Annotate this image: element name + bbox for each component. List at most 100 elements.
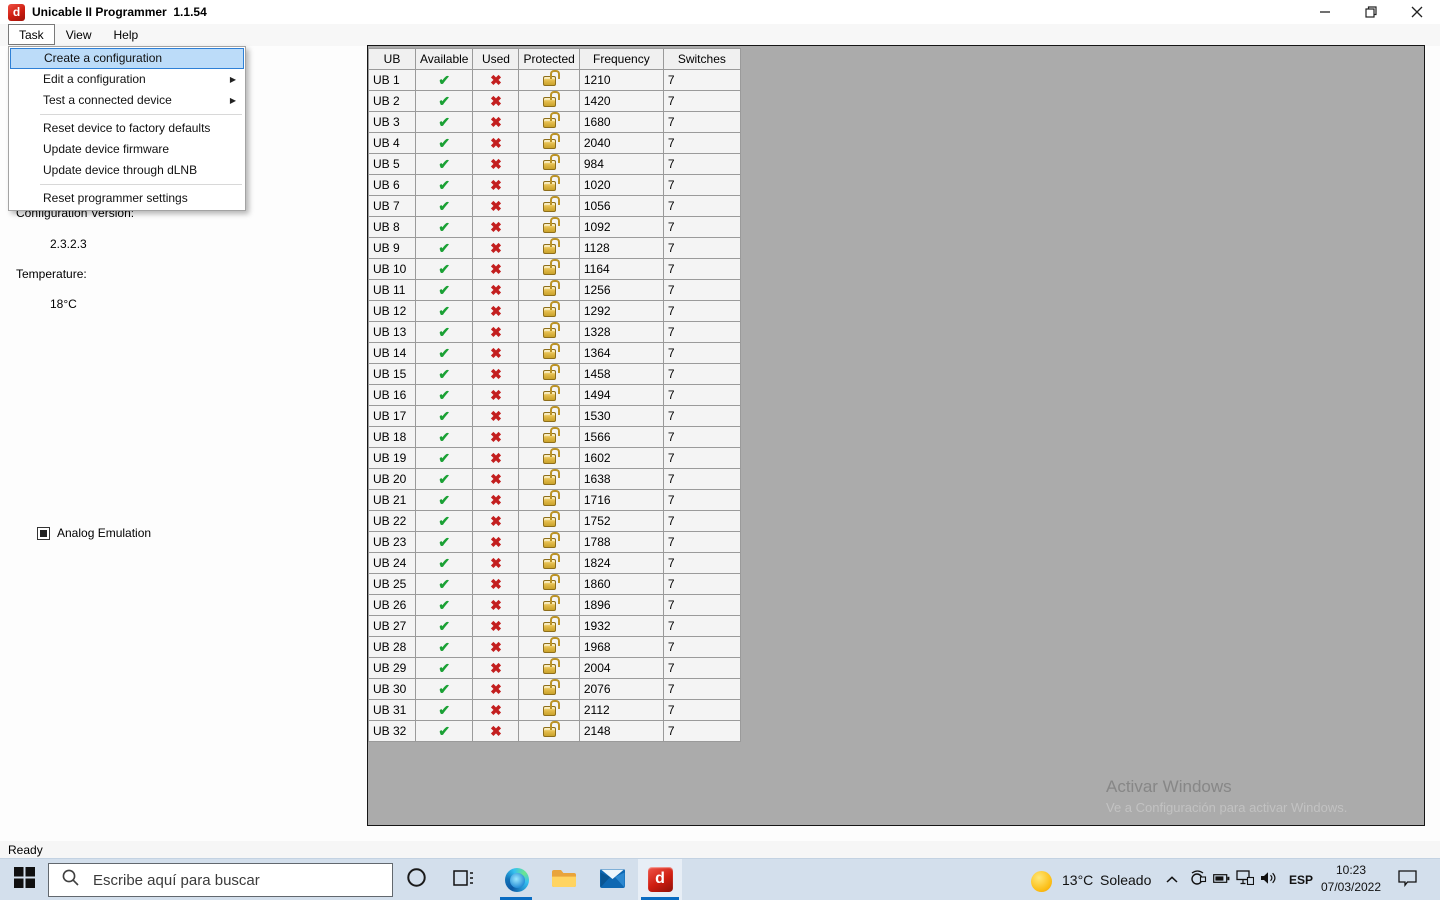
tray-expand-button[interactable]: [1162, 870, 1182, 890]
temperature-label: Temperature:: [16, 267, 87, 281]
table-row[interactable]: UB 21✔✖17167: [369, 490, 741, 511]
table-row[interactable]: UB 16✔✖14947: [369, 385, 741, 406]
unicable-app-taskbar-button[interactable]: d: [638, 859, 682, 900]
cortana-button[interactable]: [402, 867, 430, 893]
table-row[interactable]: UB 2✔✖14207: [369, 91, 741, 112]
table-row[interactable]: UB 12✔✖12927: [369, 301, 741, 322]
table-row[interactable]: UB 17✔✖15307: [369, 406, 741, 427]
tray-meet-now-button[interactable]: [1186, 870, 1208, 890]
tray-network-button[interactable]: [1234, 870, 1256, 890]
table-row[interactable]: UB 9✔✖11287: [369, 238, 741, 259]
available-cell: ✔: [416, 238, 473, 259]
table-row[interactable]: UB 18✔✖15667: [369, 427, 741, 448]
table-row[interactable]: UB 15✔✖14587: [369, 364, 741, 385]
language-indicator[interactable]: ESP: [1289, 873, 1313, 887]
tray-battery-button[interactable]: [1210, 870, 1232, 890]
protected-cell: [519, 553, 579, 574]
menubar-item-help[interactable]: Help: [102, 24, 149, 45]
taskbar-clock[interactable]: 10:23 07/03/2022: [1314, 862, 1388, 896]
protected-cell: [519, 616, 579, 637]
green-check-icon: ✔: [438, 387, 450, 403]
green-check-icon: ✔: [438, 408, 450, 424]
table-row[interactable]: UB 8✔✖10927: [369, 217, 741, 238]
open-padlock-icon: [543, 118, 556, 128]
table-row[interactable]: UB 20✔✖16387: [369, 469, 741, 490]
column-header-used[interactable]: Used: [473, 49, 519, 70]
red-cross-icon: ✖: [490, 429, 502, 445]
available-cell: ✔: [416, 700, 473, 721]
menubar-item-view[interactable]: View: [55, 24, 103, 45]
table-row[interactable]: UB 7✔✖10567: [369, 196, 741, 217]
table-row[interactable]: UB 28✔✖19687: [369, 637, 741, 658]
task-menu-item[interactable]: Create a configuration: [10, 48, 244, 69]
table-row[interactable]: UB 5✔✖9847: [369, 154, 741, 175]
task-menu-item[interactable]: Update device firmware: [10, 139, 244, 160]
column-header-available[interactable]: Available: [416, 49, 473, 70]
submenu-arrow-icon: ▶: [230, 69, 236, 90]
task-menu-item[interactable]: Update device through dLNB: [10, 160, 244, 181]
green-check-icon: ✔: [438, 282, 450, 298]
mail-app-button[interactable]: [598, 868, 626, 894]
table-row[interactable]: UB 32✔✖21487: [369, 721, 741, 742]
used-cell: ✖: [473, 469, 519, 490]
frequency-cell: 1602: [579, 448, 663, 469]
table-row[interactable]: UB 14✔✖13647: [369, 343, 741, 364]
table-row[interactable]: UB 1✔✖12107: [369, 70, 741, 91]
table-row[interactable]: UB 13✔✖13287: [369, 322, 741, 343]
analog-emulation-checkbox[interactable]: [37, 527, 50, 540]
switches-cell: 7: [663, 70, 740, 91]
column-header-protected[interactable]: Protected: [519, 49, 579, 70]
clock-date: 07/03/2022: [1314, 879, 1388, 896]
switches-cell: 7: [663, 280, 740, 301]
table-row[interactable]: UB 22✔✖17527: [369, 511, 741, 532]
table-row[interactable]: UB 4✔✖20407: [369, 133, 741, 154]
table-row[interactable]: UB 11✔✖12567: [369, 280, 741, 301]
task-menu-item[interactable]: Reset device to factory defaults: [10, 118, 244, 139]
ub-table[interactable]: UBAvailableUsedProtectedFrequencySwitche…: [368, 48, 741, 742]
table-row[interactable]: UB 10✔✖11647: [369, 259, 741, 280]
protected-cell: [519, 280, 579, 301]
used-cell: ✖: [473, 574, 519, 595]
ub-cell: UB 29: [369, 658, 416, 679]
menubar-item-task[interactable]: Task: [8, 24, 55, 45]
table-row[interactable]: UB 26✔✖18967: [369, 595, 741, 616]
column-header-frequency[interactable]: Frequency: [579, 49, 663, 70]
tray-volume-button[interactable]: [1257, 870, 1279, 890]
action-center-button[interactable]: [1394, 870, 1420, 890]
column-header-ub[interactable]: UB: [369, 49, 416, 70]
used-cell: ✖: [473, 154, 519, 175]
table-row[interactable]: UB 31✔✖21127: [369, 700, 741, 721]
red-cross-icon: ✖: [490, 198, 502, 214]
task-menu-item[interactable]: Test a connected device▶: [10, 90, 244, 111]
file-explorer-button[interactable]: [550, 868, 578, 894]
start-button[interactable]: [8, 865, 40, 895]
column-header-switches[interactable]: Switches: [663, 49, 740, 70]
weather-description[interactable]: Soleado: [1100, 872, 1151, 888]
used-cell: ✖: [473, 490, 519, 511]
green-check-icon: ✔: [438, 429, 450, 445]
red-cross-icon: ✖: [490, 324, 502, 340]
table-row[interactable]: UB 6✔✖10207: [369, 175, 741, 196]
available-cell: ✔: [416, 385, 473, 406]
table-row[interactable]: UB 29✔✖20047: [369, 658, 741, 679]
available-cell: ✔: [416, 154, 473, 175]
table-row[interactable]: UB 27✔✖19327: [369, 616, 741, 637]
window-title: Unicable II Programmer 1.1.54: [32, 5, 207, 19]
table-row[interactable]: UB 25✔✖18607: [369, 574, 741, 595]
table-row[interactable]: UB 19✔✖16027: [369, 448, 741, 469]
taskbar-search-input[interactable]: Escribe aquí para buscar: [48, 863, 393, 897]
weather-temperature[interactable]: 13°C: [1062, 872, 1093, 888]
switches-cell: 7: [663, 574, 740, 595]
task-menu-item[interactable]: Reset programmer settings: [10, 188, 244, 209]
table-row[interactable]: UB 3✔✖16807: [369, 112, 741, 133]
weather-button[interactable]: [1028, 869, 1054, 893]
table-row[interactable]: UB 23✔✖17887: [369, 532, 741, 553]
edge-taskbar-button[interactable]: [503, 867, 531, 893]
table-row[interactable]: UB 30✔✖20767: [369, 679, 741, 700]
task-menu-item[interactable]: Edit a configuration▶: [10, 69, 244, 90]
switches-cell: 7: [663, 637, 740, 658]
available-cell: ✔: [416, 112, 473, 133]
task-view-button[interactable]: [449, 867, 477, 893]
green-check-icon: ✔: [438, 135, 450, 151]
table-row[interactable]: UB 24✔✖18247: [369, 553, 741, 574]
